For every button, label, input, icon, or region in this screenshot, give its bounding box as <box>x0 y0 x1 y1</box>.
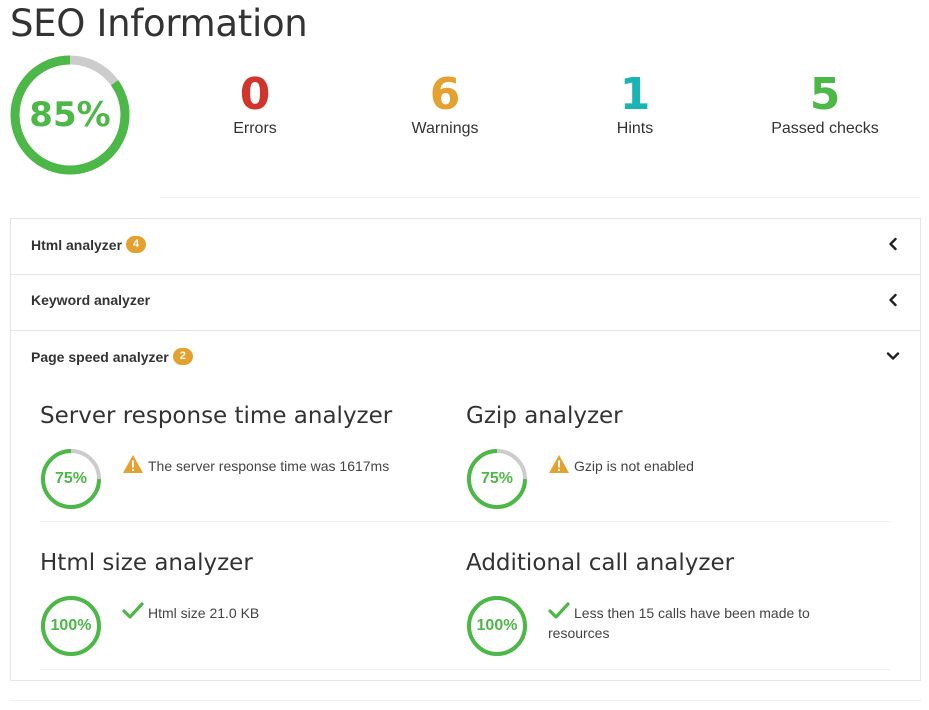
panel-html-analyzer-header[interactable]: Html analyzer 4 <box>11 219 920 274</box>
divider <box>160 197 920 198</box>
panel-html-analyzer: Html analyzer 4 <box>10 218 921 275</box>
warning-icon <box>123 455 143 473</box>
warnings-count: 6 <box>429 69 461 120</box>
analyzer-message: Gzip is not enabled <box>548 455 848 476</box>
panel-title: Page speed analyzer <box>31 348 169 365</box>
additional-call-analyzer: Additional call analyzer 100% Less then … <box>466 550 886 656</box>
check-icon <box>548 602 570 619</box>
chevron-down-icon[interactable] <box>886 349 900 363</box>
panel-title: Html analyzer <box>31 236 123 253</box>
server-response-time-analyzer: Server response time analyzer 75% The se… <box>40 403 460 509</box>
warnings-label: Warnings <box>411 120 479 137</box>
overall-score-gauge: 85% <box>9 54 131 176</box>
analyzer-score-label: 75% <box>54 470 88 487</box>
warnings-stat: 6 Warnings <box>350 70 540 138</box>
analyzer-title: Server response time analyzer <box>40 403 393 429</box>
errors-count: 0 <box>239 69 271 120</box>
panel-keyword-analyzer-header[interactable]: Keyword analyzer <box>11 275 920 330</box>
analyzer-title: Gzip analyzer <box>466 403 623 429</box>
issue-count-badge: 2 <box>172 348 193 365</box>
chevron-left-icon[interactable] <box>886 237 900 251</box>
divider <box>10 700 921 701</box>
hints-stat: 1 Hints <box>540 70 730 138</box>
gzip-analyzer: Gzip analyzer 75% Gzip is not enabled <box>466 403 886 509</box>
html-size-analyzer: Html size analyzer 100% Html size 21.0 K… <box>40 550 460 656</box>
page-title: SEO Information <box>10 2 308 45</box>
issue-count-badge: 4 <box>126 236 147 253</box>
analyzer-score-label: 100% <box>50 617 92 634</box>
analyzer-score-label: 75% <box>480 470 514 487</box>
hints-label: Hints <box>616 120 654 137</box>
analyzer-score-gauge: 75% <box>40 448 102 510</box>
panel-page-speed-analyzer: Page speed analyzer 2 Server response ti… <box>10 330 921 681</box>
analyzer-score-gauge: 75% <box>466 448 528 510</box>
panel-page-speed-analyzer-header[interactable]: Page speed analyzer 2 <box>11 331 920 386</box>
analyzer-title: Additional call analyzer <box>466 550 735 576</box>
errors-label: Errors <box>233 120 277 137</box>
analyzer-score-gauge: 100% <box>466 595 528 657</box>
panel-title: Keyword analyzer <box>31 292 151 308</box>
warning-icon <box>549 455 569 473</box>
panel-keyword-analyzer: Keyword analyzer <box>10 274 921 331</box>
analyzer-title: Html size analyzer <box>40 550 253 576</box>
divider <box>40 521 890 522</box>
overall-score-label: 85% <box>29 95 111 135</box>
analyzer-message: Less then 15 calls have been made to res… <box>548 602 838 643</box>
analyzer-message: The server response time was 1617ms <box>122 455 422 476</box>
hints-count: 1 <box>619 69 651 120</box>
divider <box>40 669 890 670</box>
passed-checks-label: Passed checks <box>771 120 879 137</box>
check-icon <box>122 602 144 619</box>
chevron-left-icon[interactable] <box>886 293 900 307</box>
passed-checks-count: 5 <box>809 69 841 120</box>
analyzer-score-label: 100% <box>476 617 518 634</box>
passed-checks-stat: 5 Passed checks <box>730 70 920 138</box>
analyzer-score-gauge: 100% <box>40 595 102 657</box>
errors-stat: 0 Errors <box>160 70 350 138</box>
analyzer-message: Html size 21.0 KB <box>122 602 422 623</box>
